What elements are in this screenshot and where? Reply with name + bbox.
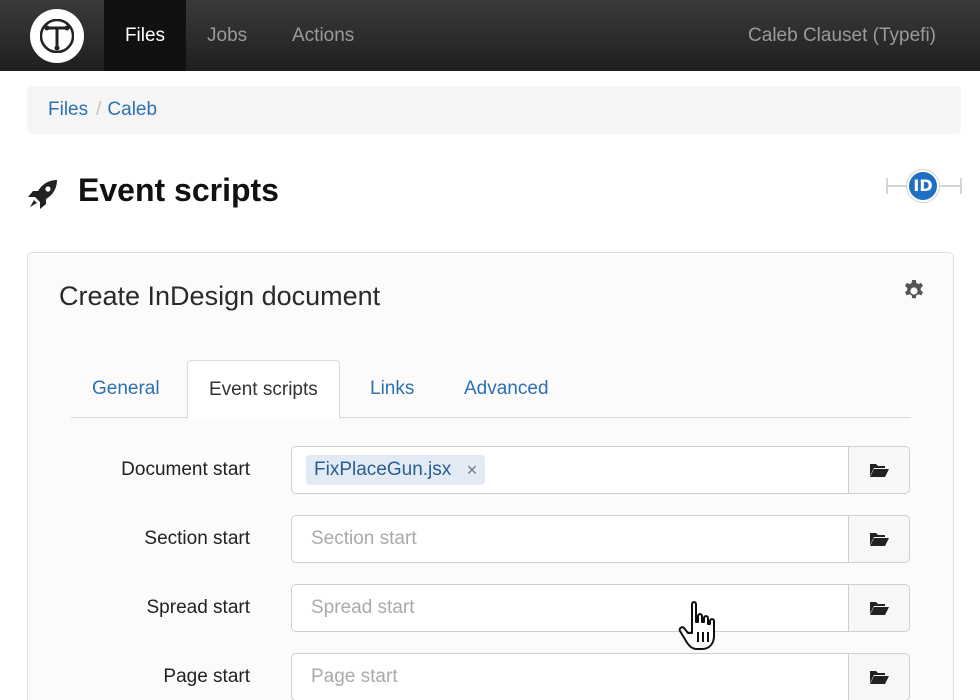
badge-cap-right [960,178,962,194]
tab-general[interactable]: General [71,360,181,418]
field-label: Page start [163,666,250,687]
breadcrumb-caleb[interactable]: Caleb [107,99,157,120]
folder-open-icon [870,533,889,546]
typefi-logo-icon [40,19,74,53]
browse-button[interactable] [848,515,910,563]
tab-advanced[interactable]: Advanced [443,360,570,418]
rocket-icon [28,180,57,209]
indesign-id-icon: ID [907,170,939,202]
spread-start-input[interactable] [291,584,849,632]
typefi-logo[interactable] [30,9,84,63]
field-label: Spread start [146,597,251,618]
folder-open-icon [870,464,889,477]
breadcrumb: Files / Caleb [27,86,961,134]
script-tag: FixPlaceGun.jsx × [306,455,486,485]
document-start-field[interactable]: FixPlaceGun.jsx × [291,446,849,494]
script-tag-label: FixPlaceGun.jsx [314,459,452,480]
badge-cap-left [886,178,888,194]
page-start-input[interactable] [291,653,849,700]
form-row-spread-start: Spread start [28,584,955,632]
gear-icon[interactable] [902,279,926,303]
form-row-page-start: Page start [28,653,955,700]
breadcrumb-files[interactable]: Files [48,99,88,120]
user-menu[interactable]: Caleb Clauset (Typefi) [748,0,936,71]
top-navbar: Files Jobs Actions Caleb Clauset (Typefi… [0,0,980,71]
browse-button[interactable] [848,446,910,494]
form-row-document-start: Document start FixPlaceGun.jsx × [28,446,955,494]
remove-tag-icon[interactable]: × [467,455,478,485]
breadcrumb-separator: / [96,99,102,120]
nav-files[interactable]: Files [104,0,186,71]
tab-event-scripts[interactable]: Event scripts [187,360,340,419]
nav-actions[interactable]: Actions [292,0,354,71]
tab-links[interactable]: Links [349,360,435,418]
nav-jobs[interactable]: Jobs [207,0,247,71]
hand-cursor-icon [678,601,715,650]
action-panel: Create InDesign document General Event s… [27,252,954,700]
panel-title: Create InDesign document [59,281,381,311]
browse-button[interactable] [848,653,910,700]
browse-button[interactable] [848,584,910,632]
section-start-input[interactable] [291,515,849,563]
folder-open-icon [870,602,889,615]
form-row-section-start: Section start [28,515,955,563]
indesign-badge: ID [884,168,964,202]
folder-open-icon [870,671,889,684]
field-label: Document start [121,459,250,480]
field-label: Section start [144,528,250,549]
tab-bar: General Event scripts Links Advanced [71,360,911,419]
page-title: Event scripts [78,172,279,208]
